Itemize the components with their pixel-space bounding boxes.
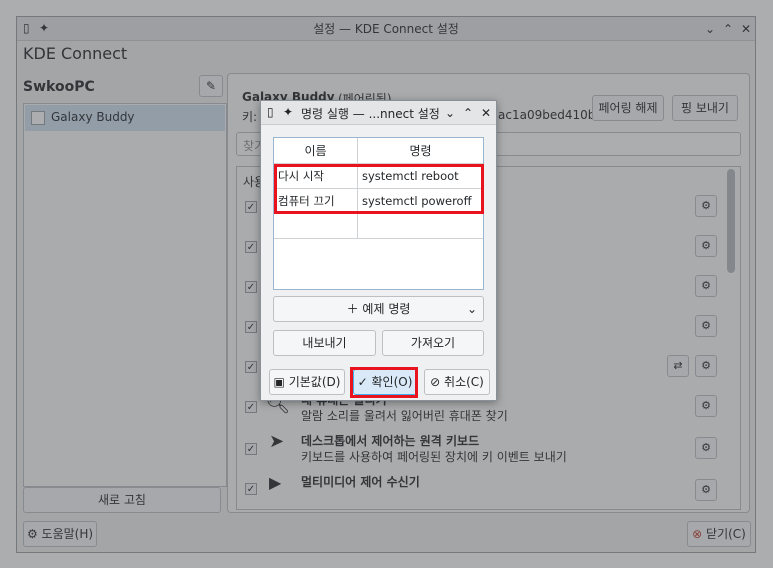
import-button[interactable]: 가져오기	[382, 330, 484, 356]
window-menu-icon[interactable]: ▯	[267, 105, 274, 119]
cancel-icon: ⊘	[430, 375, 441, 389]
cancel-button[interactable]: ⊘ 취소(C)	[424, 369, 490, 395]
sample-commands-dropdown[interactable]: ＋ 예제 명령 ⌄	[273, 296, 484, 322]
table-cell-empty[interactable]	[358, 214, 483, 239]
highlight-box-ok	[350, 367, 418, 398]
dialog-titlebar: ▯ ✦ 명령 실행 — ...nnect 설정 ⌄ ⌃ ✕	[261, 101, 496, 125]
highlight-box-commands	[274, 164, 484, 214]
column-header-name[interactable]: 이름	[274, 138, 358, 164]
plus-icon: ＋	[346, 302, 359, 316]
table-cell-empty[interactable]	[274, 214, 358, 239]
column-header-command[interactable]: 명령	[358, 138, 483, 164]
pin-icon[interactable]: ✦	[283, 105, 293, 119]
maximize-icon[interactable]: ⌃	[459, 104, 477, 122]
close-icon[interactable]: ✕	[477, 104, 495, 122]
run-command-dialog: ▯ ✦ 명령 실행 — ...nnect 설정 ⌄ ⌃ ✕ 이름 명령 다시 시…	[260, 100, 497, 401]
chevron-down-icon: ⌄	[466, 302, 477, 316]
sample-commands-label: 예제 명령	[362, 302, 411, 316]
defaults-button[interactable]: ▣ 기본값(D)	[269, 369, 345, 395]
defaults-label: 기본값(D)	[288, 375, 341, 389]
dialog-title: 명령 실행 — ...nnect 설정	[301, 107, 440, 121]
document-icon: ▣	[273, 375, 285, 389]
cancel-label: 취소(C)	[444, 375, 484, 389]
minimize-icon[interactable]: ⌄	[441, 104, 459, 122]
export-button[interactable]: 내보내기	[273, 330, 376, 356]
